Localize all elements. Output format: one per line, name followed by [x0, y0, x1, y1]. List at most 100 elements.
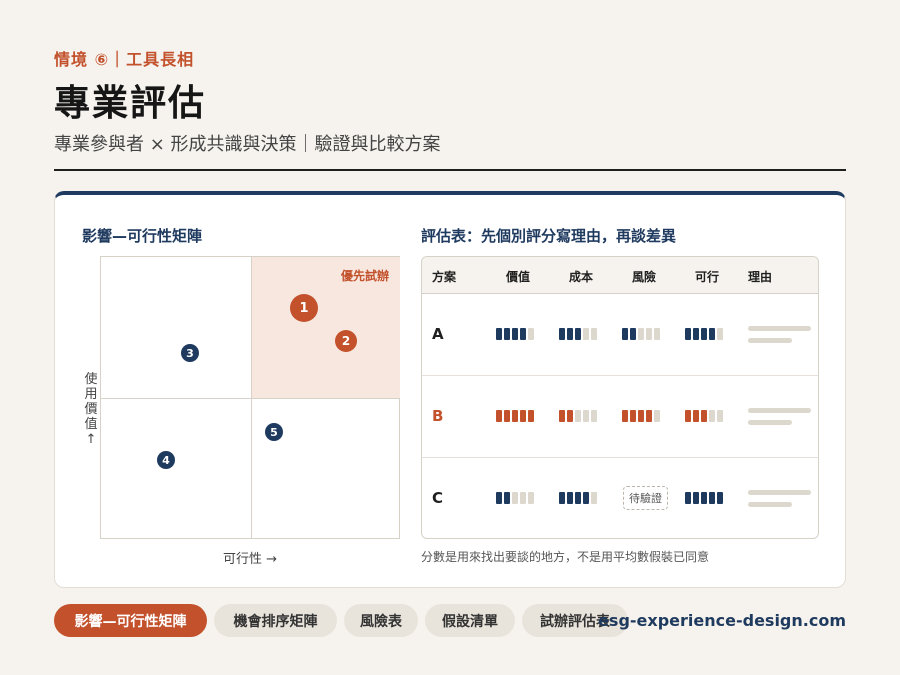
score-segment [685, 328, 691, 340]
option-name: C [432, 489, 444, 507]
score-bar-value [496, 328, 534, 340]
pending-badge: 待驗證 [623, 486, 668, 510]
score-segment [646, 328, 652, 340]
column-header: 可行 [695, 270, 720, 284]
table-note: 分數是用來找出要談的地方，不是用平均數假裝已同意 [421, 550, 710, 564]
page-title: 專業評估 [54, 83, 207, 124]
score-bar-cost [559, 328, 597, 340]
score-segment [583, 328, 589, 340]
nav-tab-impact-matrix[interactable]: 影響—可行性矩陣 [54, 604, 207, 637]
score-segment [693, 328, 699, 340]
score-segment [512, 328, 518, 340]
score-segment [496, 328, 502, 340]
reason-placeholder-line [748, 338, 792, 343]
score-segment [583, 410, 589, 422]
score-segment [575, 328, 581, 340]
score-segment [591, 328, 597, 340]
score-segment [567, 328, 573, 340]
table-header: 方案 價值 成本 風險 可行 理由 [422, 257, 818, 294]
matrix-point: 5 [265, 423, 283, 441]
score-segment [622, 410, 628, 422]
column-header: 理由 [748, 270, 773, 284]
page-subtitle: 專業參與者 × 形成共識與決策｜驗證與比較方案 [54, 134, 441, 155]
score-segment [520, 492, 526, 504]
reason-placeholder-line [748, 502, 792, 507]
score-segment [638, 328, 644, 340]
table-row: C 待驗證 [422, 458, 818, 538]
score-segment [646, 410, 652, 422]
score-bar-value [496, 492, 534, 504]
score-segment [496, 410, 502, 422]
score-bar-feasible [685, 492, 723, 504]
score-bar-feasible [685, 410, 723, 422]
score-bar-risk [622, 410, 660, 422]
option-name: A [432, 325, 444, 343]
score-segment [717, 492, 723, 504]
score-segment [559, 328, 565, 340]
score-segment [528, 328, 534, 340]
score-bar-cost [559, 492, 597, 504]
score-segment [559, 492, 565, 504]
score-segment [693, 492, 699, 504]
table-row: A [422, 294, 818, 376]
section-kicker: 情境 ⑥｜工具長相 [54, 50, 195, 69]
table-title: 評估表：先個別評分寫理由，再談差異 [421, 227, 677, 245]
score-segment [717, 410, 723, 422]
score-segment [591, 410, 597, 422]
column-header: 方案 [432, 270, 457, 284]
score-segment [504, 492, 510, 504]
score-bar-cost [559, 410, 597, 422]
reason-placeholder-line [748, 420, 792, 425]
matrix-title: 影響—可行性矩陣 [82, 227, 203, 245]
score-bar-value [496, 410, 534, 422]
matrix-point: 4 [157, 451, 175, 469]
score-segment [630, 328, 636, 340]
score-segment [685, 492, 691, 504]
score-segment [496, 492, 502, 504]
score-segment [622, 328, 628, 340]
score-segment [528, 492, 534, 504]
nav-tab-assumption-list[interactable]: 假設清單 [425, 604, 515, 637]
score-segment [567, 492, 573, 504]
matrix-y-axis-label: 使用價值↑ [84, 372, 98, 447]
score-segment [654, 328, 660, 340]
score-segment [591, 492, 597, 504]
matrix-point: 1 [290, 294, 318, 322]
reason-placeholder-line [748, 490, 811, 495]
score-segment [559, 410, 565, 422]
score-segment [709, 492, 715, 504]
score-segment [701, 492, 707, 504]
impact-feasibility-matrix: 優先試辦 1 2 3 4 5 [100, 256, 400, 539]
matrix-point: 2 [335, 330, 357, 352]
score-segment [512, 410, 518, 422]
score-bar-feasible [685, 328, 723, 340]
nav-tab-risk-table[interactable]: 風險表 [344, 604, 418, 637]
evaluation-table: 方案 價值 成本 風險 可行 理由 A B C 待驗證 [421, 256, 819, 539]
reason-placeholder-line [748, 326, 811, 331]
content-card: 影響—可行性矩陣 優先試辦 1 2 3 4 5 使用價值↑ 可行性 → 評估表：… [54, 191, 846, 588]
site-url: esg-experience-design.com [598, 611, 846, 630]
score-segment [693, 410, 699, 422]
score-segment [512, 492, 518, 504]
score-segment [709, 328, 715, 340]
score-segment [575, 410, 581, 422]
score-bar-risk [622, 328, 660, 340]
score-segment [567, 410, 573, 422]
matrix-x-axis-label: 可行性 → [222, 552, 278, 567]
header-divider [54, 169, 846, 171]
matrix-horizontal-divider [101, 398, 399, 399]
column-header: 成本 [569, 270, 594, 284]
score-segment [701, 410, 707, 422]
score-segment [685, 410, 691, 422]
score-segment [504, 328, 510, 340]
score-segment [583, 492, 589, 504]
column-header: 價值 [506, 270, 531, 284]
score-segment [709, 410, 715, 422]
score-segment [717, 328, 723, 340]
score-segment [504, 410, 510, 422]
score-segment [575, 492, 581, 504]
column-header: 風險 [632, 270, 657, 284]
reason-placeholder-line [748, 408, 811, 413]
nav-tab-opportunity-matrix[interactable]: 機會排序矩陣 [214, 604, 337, 637]
table-row: B [422, 376, 818, 458]
